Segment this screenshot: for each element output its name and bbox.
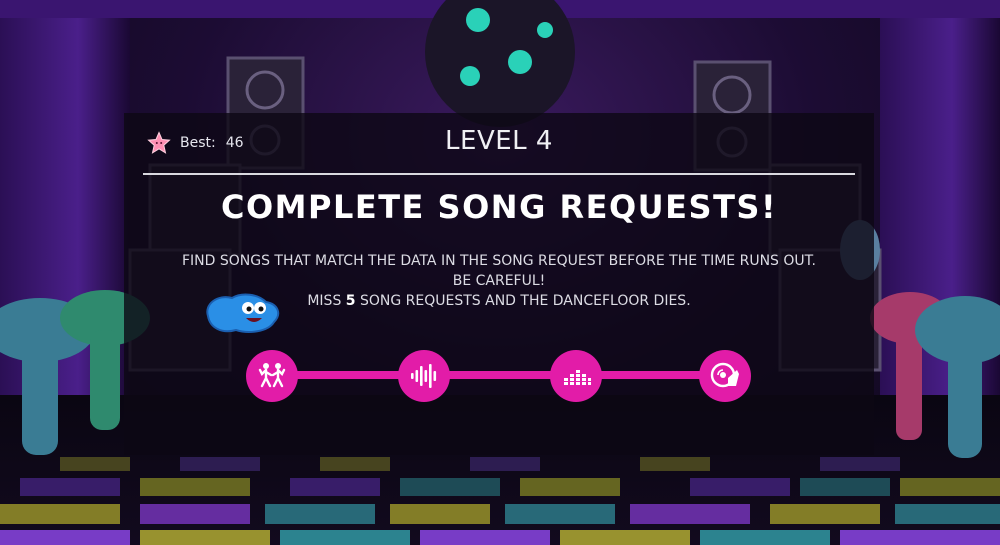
miss-count: 5 (345, 293, 356, 309)
objective-line-2: BE CAREFUL! (452, 273, 546, 289)
divider (143, 173, 855, 175)
level-title: LEVEL 4 (445, 126, 553, 156)
soundwave-icon (411, 364, 437, 388)
disco-ball (425, 0, 575, 127)
objective-line-3-suffix: SONG REQUESTS AND THE DANCEFLOOR DIES. (355, 293, 691, 309)
objective-headline: COMPLETE SONG REQUESTS! (220, 188, 778, 226)
step-dj (699, 350, 751, 402)
step-equalizer (550, 350, 602, 402)
step-soundwave (398, 350, 450, 402)
step-dancers (246, 350, 298, 402)
objective-line-1: FIND SONGS THAT MATCH THE DATA IN THE SO… (181, 253, 816, 269)
objective-line-3-prefix: MISS (307, 293, 346, 309)
blue-blob-mascot (206, 293, 280, 333)
progress-track (272, 371, 727, 379)
equalizer-icon (564, 370, 591, 385)
game-scene: Best: 46 LEVEL 4 COMPLETE SONG REQUESTS!… (0, 0, 1000, 545)
dj-turntable-icon (710, 362, 739, 388)
dancers-icon (258, 363, 286, 388)
